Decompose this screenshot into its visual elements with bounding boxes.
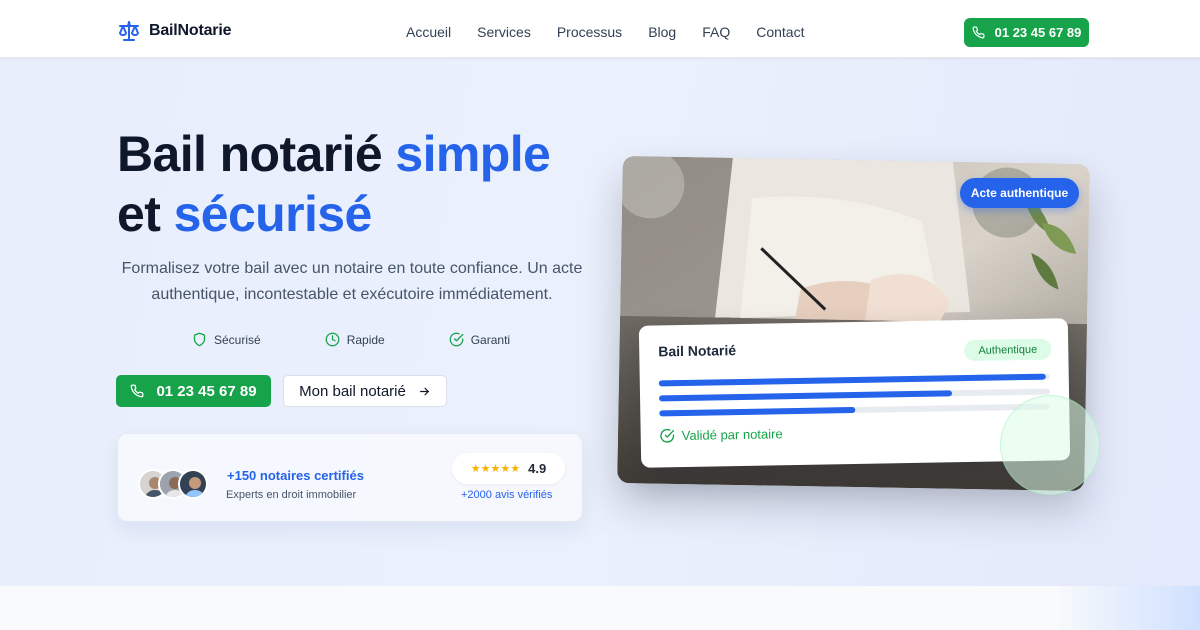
progress-track bbox=[658, 373, 1050, 387]
progress-fill bbox=[659, 390, 953, 402]
nav-link-accueil[interactable]: Accueil bbox=[406, 24, 451, 40]
feature-label: Rapide bbox=[346, 332, 385, 347]
hero-description: Formalisez votre bail avec un notaire en… bbox=[121, 260, 583, 303]
main-nav: Accueil Services Processus Blog FAQ Cont… bbox=[406, 24, 830, 40]
title-accent-securise: sécurisé bbox=[173, 186, 373, 242]
nav-link-processus[interactable]: Processus bbox=[557, 24, 622, 40]
check-circle-icon bbox=[449, 332, 464, 347]
nav-phone-button[interactable]: 01 23 45 67 89 bbox=[964, 18, 1089, 47]
avatar bbox=[178, 469, 208, 499]
cta-phone-button[interactable]: 01 23 45 67 89 bbox=[116, 375, 271, 407]
scales-icon bbox=[119, 21, 139, 41]
brand-name: BailNotarie bbox=[149, 22, 232, 39]
card-title: Bail Notarié bbox=[658, 342, 737, 360]
feature-garanti: Garanti bbox=[449, 332, 510, 347]
shield-icon bbox=[193, 332, 206, 347]
feature-rapide: Rapide bbox=[325, 332, 385, 347]
hero-title: Bail notarié simple et sécurisé bbox=[117, 124, 637, 244]
title-accent-simple: simple bbox=[395, 126, 551, 182]
authentique-badge: Authentique bbox=[964, 338, 1052, 362]
rating-value: 4.9 bbox=[528, 461, 547, 476]
cta-phone-label: 01 23 45 67 89 bbox=[156, 382, 257, 400]
progress-track bbox=[659, 388, 1051, 402]
arrow-right-icon bbox=[419, 387, 429, 395]
feature-securise: Sécurisé bbox=[192, 332, 261, 347]
progress-track bbox=[659, 403, 1051, 417]
nav-link-faq[interactable]: FAQ bbox=[702, 24, 730, 40]
check-circle-icon bbox=[660, 428, 675, 443]
clock-icon bbox=[325, 332, 340, 347]
validated-status: Validé par notaire bbox=[660, 426, 783, 443]
progress-fill bbox=[659, 406, 855, 417]
nav-phone-label: 01 23 45 67 89 bbox=[994, 25, 1082, 40]
validated-label: Validé par notaire bbox=[681, 426, 783, 444]
notaires-subtitle: Experts en droit immobilier bbox=[226, 489, 357, 501]
nav-link-blog[interactable]: Blog bbox=[648, 24, 676, 40]
next-section-strip bbox=[0, 586, 1200, 630]
progress-fill bbox=[658, 373, 1046, 387]
acte-authentique-badge: Acte authentique bbox=[960, 178, 1079, 208]
phone-icon bbox=[131, 384, 144, 398]
phone-icon bbox=[972, 26, 985, 39]
reviews-count: +2000 avis vérifiés bbox=[461, 489, 553, 501]
title-part-1: Bail notarié bbox=[117, 126, 396, 182]
mon-bail-button[interactable]: Mon bail notarié bbox=[283, 375, 447, 407]
navbar: BailNotarie Accueil Services Processus B… bbox=[0, 0, 1200, 58]
decorative-circle bbox=[1000, 395, 1100, 495]
nav-link-contact[interactable]: Contact bbox=[756, 24, 804, 40]
mon-bail-label: Mon bail notarié bbox=[299, 382, 406, 400]
feature-label: Garanti bbox=[470, 332, 511, 347]
notaires-count: +150 notaires certifiés bbox=[227, 468, 364, 483]
star-rating-icon: ★★★★★ bbox=[470, 463, 521, 475]
rating-pill: ★★★★★ 4.9 bbox=[452, 453, 565, 484]
title-part-2: et bbox=[117, 186, 174, 242]
brand-logo[interactable]: BailNotarie bbox=[117, 19, 231, 43]
social-proof-card: +150 notaires certifiés Experts en droit… bbox=[117, 433, 583, 522]
feature-list: Sécurisé Rapide Garanti bbox=[192, 332, 574, 347]
nav-link-services[interactable]: Services bbox=[477, 24, 531, 40]
feature-label: Sécurisé bbox=[214, 332, 261, 347]
avatar-group bbox=[138, 469, 208, 499]
